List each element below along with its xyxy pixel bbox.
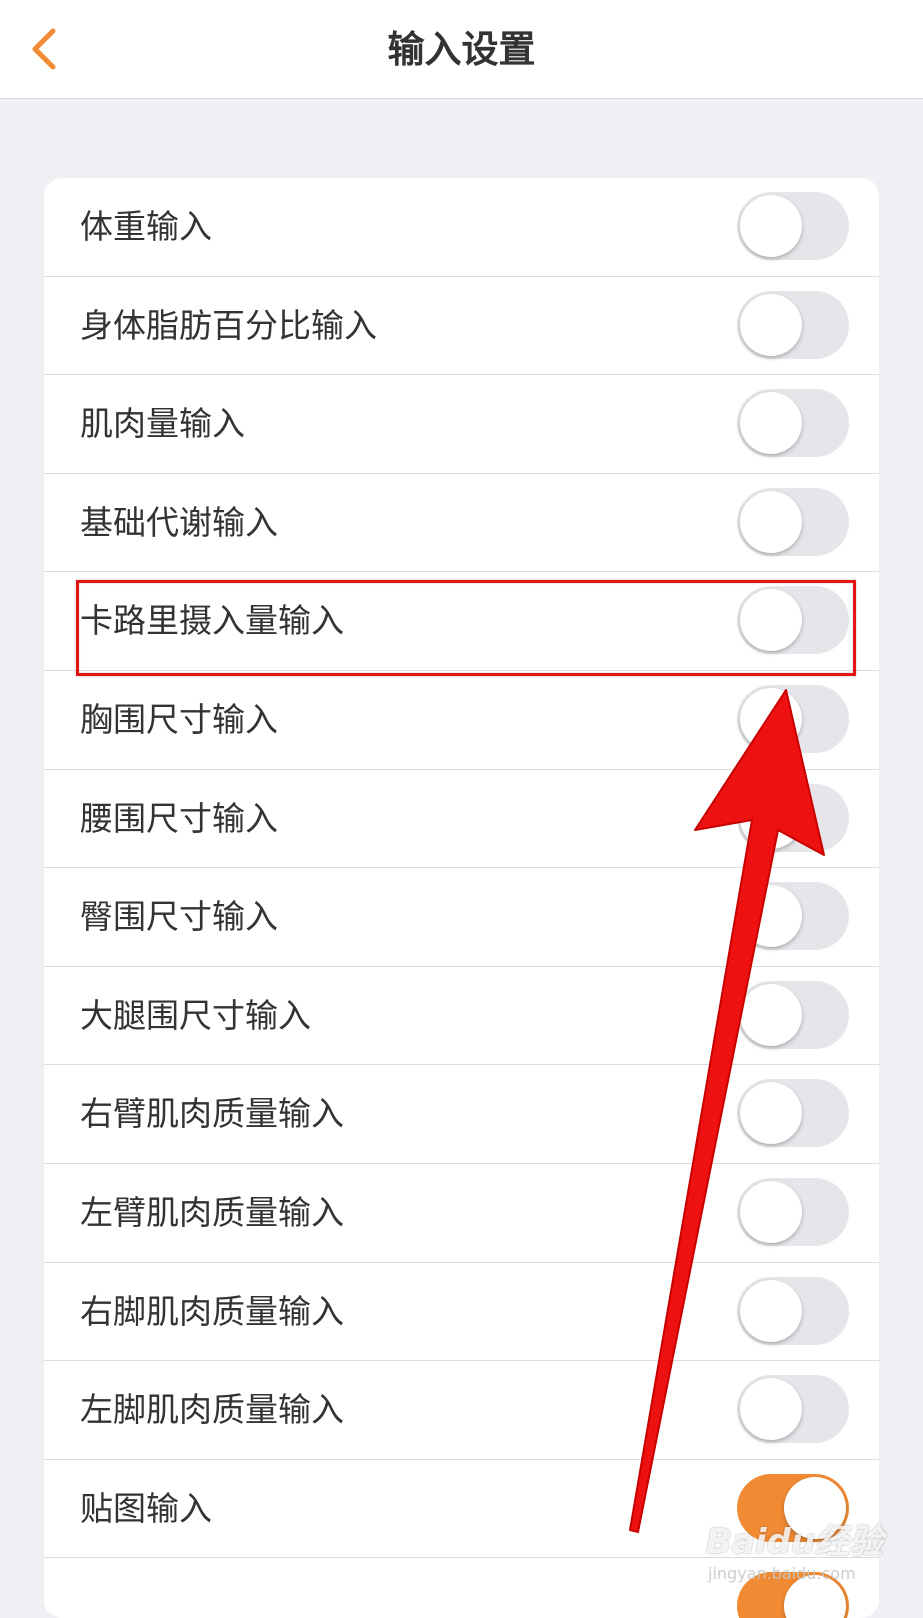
toggle-knob (740, 687, 802, 750)
setting-row: 臀围尺寸输入 (44, 868, 879, 967)
setting-label: 大腿围尺寸输入 (80, 995, 311, 1035)
setting-label: 身体脂肪百分比输入 (80, 305, 377, 345)
setting-toggle[interactable] (737, 487, 849, 556)
setting-toggle[interactable] (737, 290, 849, 359)
setting-row: 腰围尺寸输入 (44, 770, 879, 869)
setting-toggle[interactable] (737, 1079, 849, 1148)
setting-row: 卡路里摄入量输入 (44, 572, 879, 671)
toggle-knob (740, 392, 802, 455)
toggle-knob (740, 1378, 802, 1441)
setting-toggle[interactable] (737, 1473, 849, 1542)
setting-row: 基础代谢输入 (44, 474, 879, 573)
toggle-knob (740, 983, 802, 1046)
setting-label: 基础代谢输入 (80, 502, 278, 542)
settings-list: 体重输入 身体脂肪百分比输入 肌肉量输入 基础代谢输入 卡路里摄入量输入 胸围尺… (44, 178, 879, 1618)
setting-label: 贴图输入 (80, 1488, 212, 1528)
toggle-knob (740, 589, 802, 652)
setting-toggle[interactable] (737, 882, 849, 951)
setting-toggle[interactable] (737, 684, 849, 753)
setting-label: 胸围尺寸输入 (80, 699, 278, 739)
setting-toggle[interactable] (737, 192, 849, 260)
setting-row (44, 1558, 879, 1618)
setting-row: 胸围尺寸输入 (44, 671, 879, 770)
toggle-knob (740, 1082, 802, 1145)
setting-toggle[interactable] (737, 1177, 849, 1246)
setting-label: 体重输入 (80, 207, 212, 246)
setting-row: 体重输入 (44, 178, 879, 277)
toggle-knob (740, 786, 802, 849)
setting-toggle[interactable] (737, 980, 849, 1049)
setting-toggle[interactable] (737, 783, 849, 852)
setting-toggle[interactable] (737, 1276, 849, 1345)
setting-label: 左臂肌肉质量输入 (80, 1192, 344, 1232)
setting-label: 左脚肌肉质量输入 (80, 1390, 344, 1430)
setting-toggle[interactable] (737, 389, 849, 458)
setting-row: 右臂肌肉质量输入 (44, 1065, 879, 1164)
setting-row: 右脚肌肉质量输入 (44, 1263, 879, 1362)
toggle-knob (784, 1575, 846, 1618)
navigation-bar: 输入设置 (0, 0, 923, 99)
setting-label: 腰围尺寸输入 (80, 798, 278, 838)
setting-label: 右臂肌肉质量输入 (80, 1094, 344, 1134)
setting-toggle[interactable] (737, 1572, 849, 1618)
setting-row: 肌肉量输入 (44, 375, 879, 474)
setting-toggle[interactable] (737, 1375, 849, 1444)
toggle-knob (740, 1279, 802, 1342)
setting-toggle[interactable] (737, 586, 849, 655)
page-title: 输入设置 (387, 28, 536, 71)
toggle-knob (740, 293, 802, 356)
setting-label: 臀围尺寸输入 (80, 897, 278, 937)
setting-row: 大腿围尺寸输入 (44, 967, 879, 1066)
setting-label: 卡路里摄入量输入 (80, 601, 344, 641)
setting-label: 右脚肌肉质量输入 (80, 1291, 344, 1331)
toggle-knob (784, 1476, 846, 1539)
setting-row: 左脚肌肉质量输入 (44, 1361, 879, 1460)
setting-label: 肌肉量输入 (80, 404, 245, 444)
setting-row: 贴图输入 (44, 1460, 879, 1559)
setting-row: 身体脂肪百分比输入 (44, 277, 879, 376)
toggle-knob (740, 195, 802, 257)
setting-row: 左臂肌肉质量输入 (44, 1164, 879, 1263)
toggle-knob (740, 1180, 802, 1243)
toggle-knob (740, 885, 802, 948)
toggle-knob (740, 490, 802, 553)
